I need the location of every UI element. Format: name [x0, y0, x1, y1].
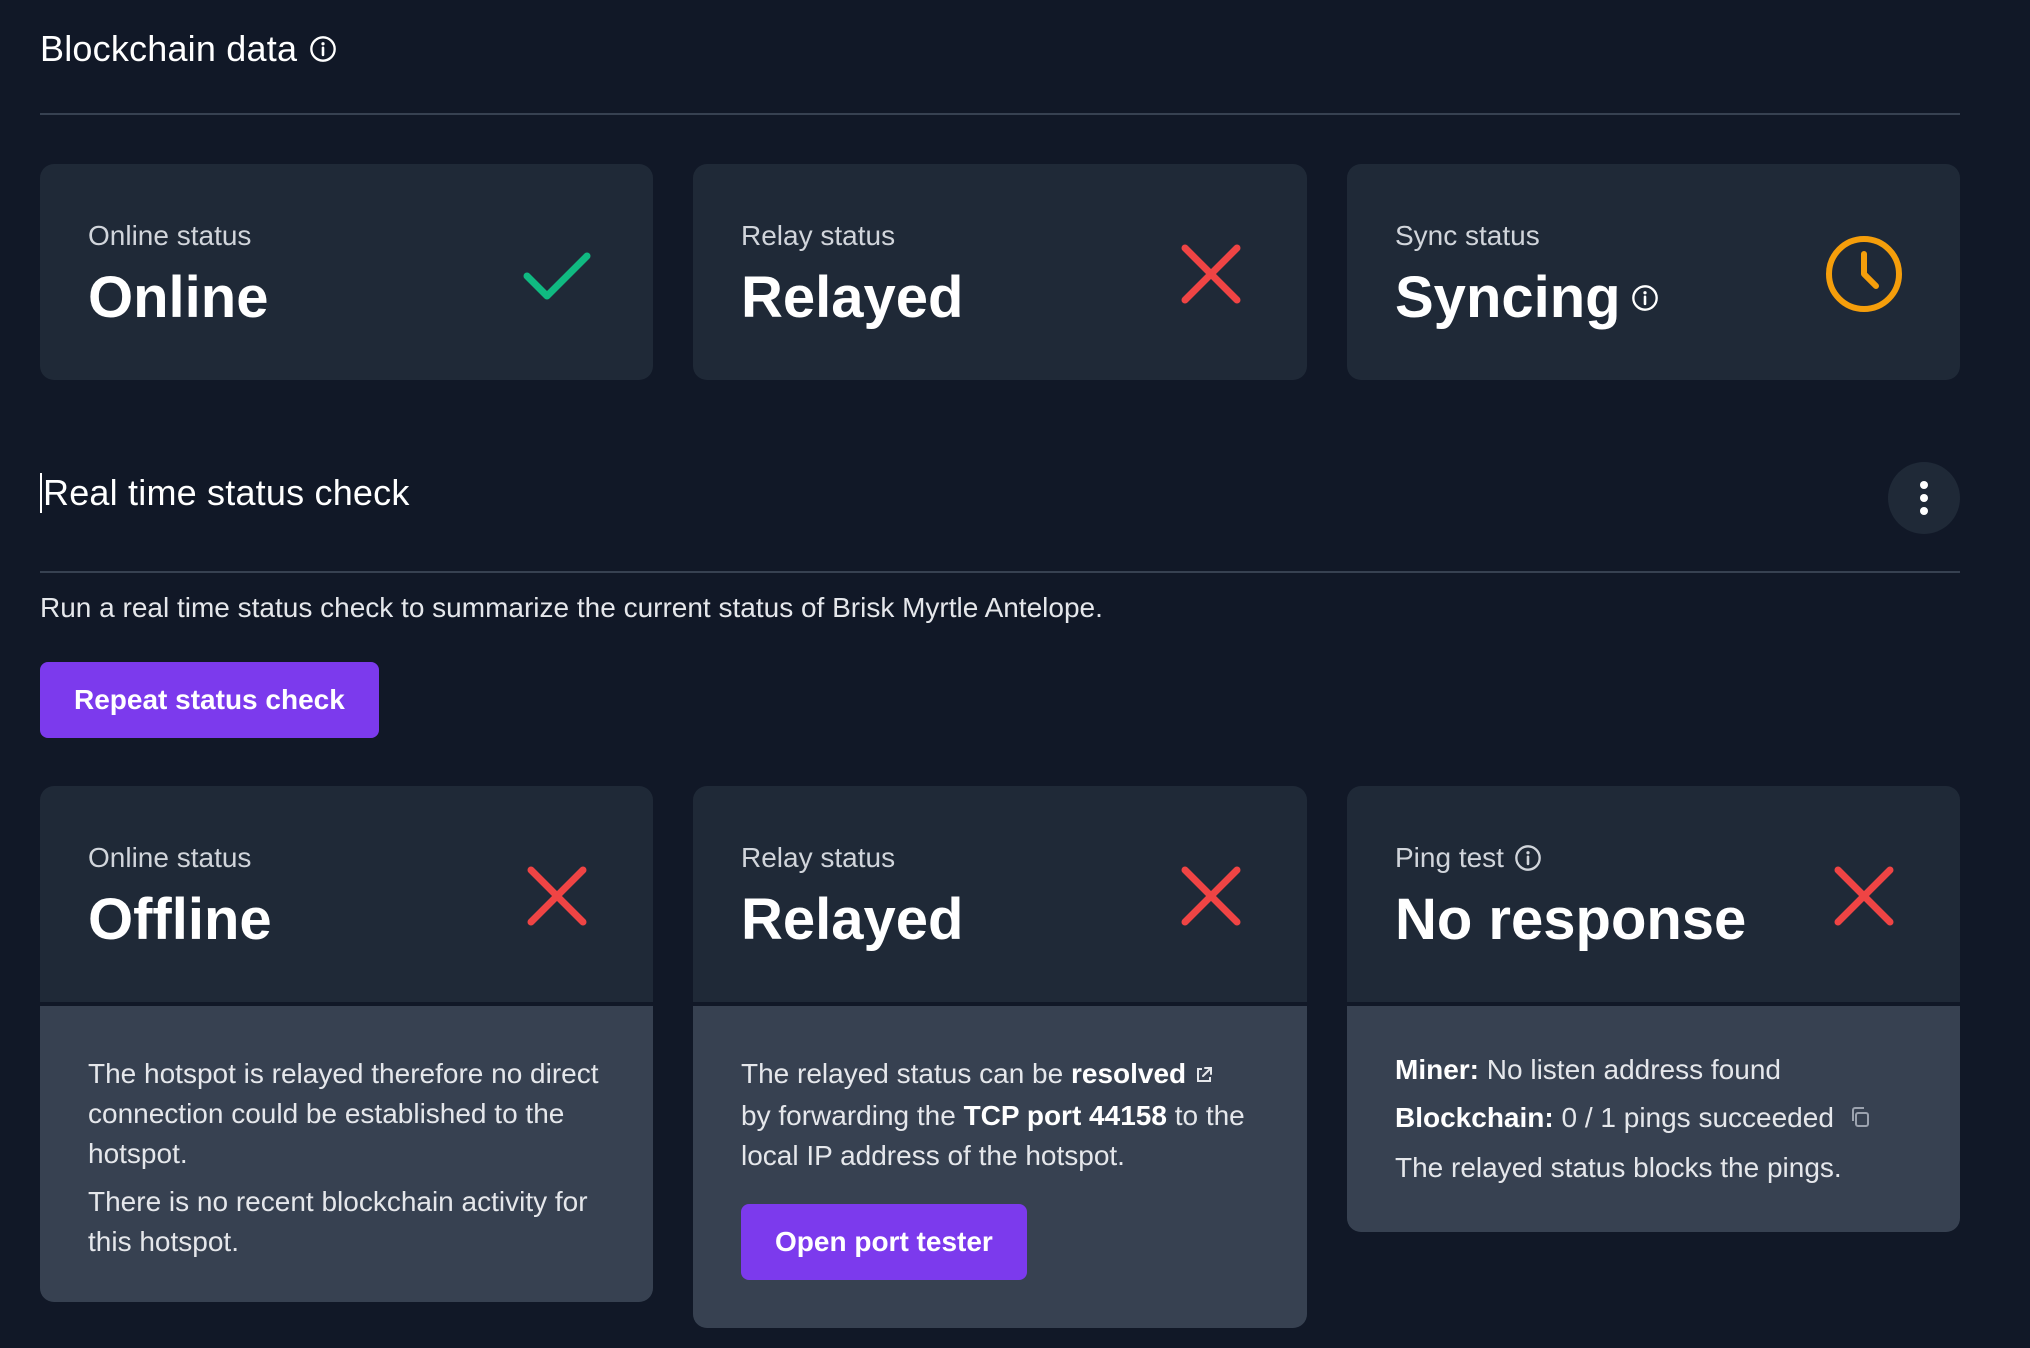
- x-icon: [1171, 234, 1251, 314]
- info-icon[interactable]: [1631, 284, 1659, 312]
- card-value-row: Syncing: [1395, 264, 1659, 331]
- card-value: Offline: [88, 887, 272, 952]
- card-value: Relayed: [741, 887, 964, 952]
- page: Blockchain data Online status Online Rel…: [0, 0, 2030, 1348]
- blockchain-row: Blockchain: 0 / 1 pings succeeded: [1395, 1094, 1912, 1144]
- clock-icon: [1824, 234, 1904, 314]
- blockchain-header: Blockchain data: [40, 28, 1960, 70]
- card-label: Relay status: [741, 220, 896, 251]
- card-details: Miner: No listen address found Blockchai…: [1347, 1002, 1960, 1232]
- info-icon[interactable]: [1514, 844, 1542, 872]
- x-icon: [1171, 856, 1251, 936]
- miner-row: Miner: No listen address found: [1395, 1046, 1912, 1094]
- external-link-icon[interactable]: [1194, 1056, 1214, 1096]
- divider: [40, 113, 1960, 115]
- ping-note: The relayed status blocks the pings.: [1395, 1151, 1842, 1183]
- card-label: Sync status: [1395, 220, 1540, 251]
- blockchain-label: Blockchain:: [1395, 1102, 1554, 1133]
- realtime-description: Run a real time status check to summariz…: [40, 592, 1103, 623]
- divider: [40, 571, 1960, 573]
- realtime-ping-card: Ping test No response Miner: No listen a…: [1347, 786, 1960, 1232]
- more-options-button[interactable]: [1888, 462, 1960, 534]
- blockchain-value: 0 / 1 pings succeeded: [1553, 1102, 1834, 1133]
- section-title: Real time status check: [43, 472, 410, 513]
- realtime-header: Real time status check: [40, 472, 1960, 514]
- sync-status-card: Sync status Syncing: [1347, 164, 1960, 380]
- realtime-online-card: Online status Offline The hotspot is rel…: [40, 786, 653, 1302]
- card-value: No response: [1395, 887, 1747, 952]
- card-label: Relay status: [741, 842, 896, 873]
- realtime-relay-card: Relay status Relayed The relayed status …: [693, 786, 1307, 1328]
- card-label: Online status: [88, 220, 252, 251]
- repeat-status-check-button[interactable]: Repeat status check: [40, 662, 379, 738]
- online-status-card: Online status Online: [40, 164, 653, 380]
- miner-value: No listen address found: [1479, 1054, 1781, 1085]
- resolved-link[interactable]: resolved: [1071, 1058, 1186, 1089]
- card-label-row: Ping test: [1395, 842, 1542, 874]
- detail-text: The relayed status can be resolved by for…: [741, 1054, 1259, 1176]
- card-label: Online status: [88, 842, 252, 873]
- card-value: Syncing: [1395, 265, 1621, 330]
- card-details: The relayed status can be resolved by for…: [693, 1002, 1307, 1328]
- tcp-port: TCP port 44158: [963, 1099, 1167, 1131]
- copy-icon[interactable]: [1848, 1096, 1872, 1144]
- x-icon: [1824, 856, 1904, 936]
- check-icon: [517, 234, 597, 314]
- card-value: Relayed: [741, 265, 964, 330]
- detail-text: The hotspot is relayed therefore no dire…: [88, 1058, 599, 1169]
- card-details: The hotspot is relayed therefore no dire…: [40, 1002, 653, 1302]
- miner-label: Miner:: [1395, 1054, 1479, 1085]
- kebab-icon: [1920, 481, 1928, 515]
- card-value: Online: [88, 265, 269, 330]
- detail-mid: by forwarding the: [741, 1099, 964, 1131]
- open-port-tester-button[interactable]: Open port tester: [741, 1203, 1027, 1280]
- text-cursor: [40, 473, 42, 513]
- info-icon[interactable]: [309, 35, 337, 63]
- detail-prefix: The relayed status can be: [741, 1058, 1071, 1089]
- x-icon: [517, 856, 597, 936]
- section-title: Blockchain data: [40, 28, 298, 69]
- detail-text: There is no recent blockchain activity f…: [88, 1186, 588, 1257]
- card-label: Ping test: [1395, 842, 1504, 873]
- relay-status-card: Relay status Relayed: [693, 164, 1307, 380]
